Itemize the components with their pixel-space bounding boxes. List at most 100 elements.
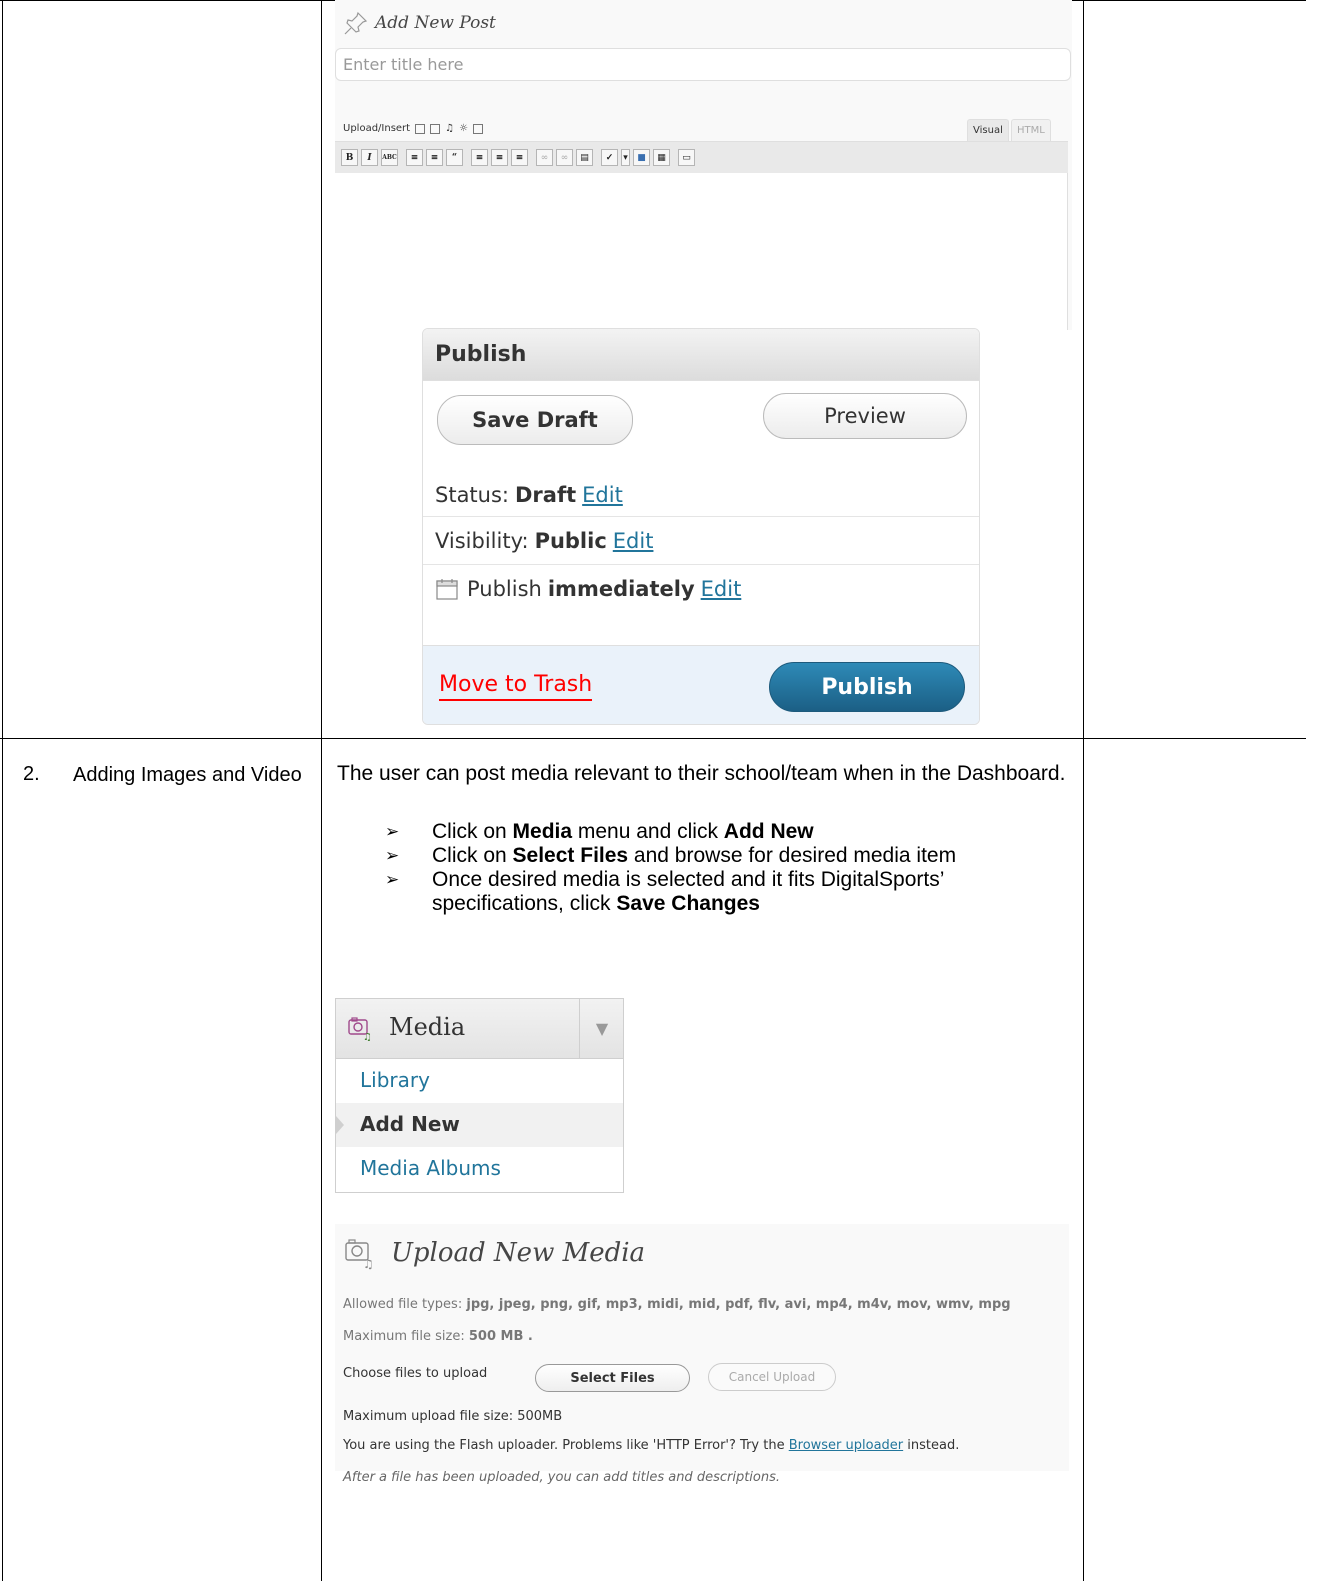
italic-button[interactable]: I: [361, 149, 378, 166]
publish-box: Publish Save Draft Preview Status: Draft…: [422, 328, 980, 725]
step-intro-text: The user can post media relevant to thei…: [337, 762, 1066, 785]
strikethrough-button[interactable]: ABC: [381, 149, 398, 166]
flash-uploader-note: You are using the Flash uploader. Proble…: [343, 1438, 959, 1453]
bullet-list-icon[interactable]: ≡: [406, 149, 423, 166]
media-menu-item-label: Add New: [360, 1112, 460, 1136]
status-row: Status: Draft Edit: [423, 473, 979, 517]
max-size-label: Maximum file size:: [343, 1329, 465, 1344]
instruction-text: and browse for desired media item: [628, 844, 957, 867]
cancel-upload-button[interactable]: Cancel Upload: [708, 1363, 836, 1391]
browser-uploader-link[interactable]: Browser uploader: [789, 1438, 903, 1453]
toggle-toolbar-icon[interactable]: ▭: [678, 149, 695, 166]
add-image-icon[interactable]: [415, 123, 426, 134]
publish-schedule-row: Publish immediately Edit: [423, 565, 979, 613]
select-files-button[interactable]: Select Files: [535, 1364, 690, 1392]
align-right-icon[interactable]: ≡: [511, 149, 528, 166]
table-border-left: [2, 0, 3, 1581]
after-upload-note: After a file has been uploaded, you can …: [343, 1470, 781, 1485]
add-audio-icon[interactable]: ♫: [445, 123, 454, 134]
upload-media-title: Upload New Media: [391, 1238, 646, 1268]
bold-button[interactable]: B: [341, 149, 358, 166]
publish-box-title: Publish: [423, 329, 979, 381]
media-icon: ♫: [348, 1017, 372, 1041]
media-icon: ♫: [345, 1239, 374, 1270]
media-menu: ♫ Media ▼ Library Add New Media Albums: [335, 998, 624, 1193]
instruction-text: Click on: [432, 844, 513, 867]
flash-note-text-end: instead.: [907, 1438, 960, 1453]
visibility-edit-link[interactable]: Edit: [613, 529, 654, 553]
dropdown-arrow-icon[interactable]: ▾: [621, 149, 630, 166]
allowed-types-value: jpg, jpeg, png, gif, mp3, midi, mid, pdf…: [466, 1297, 1011, 1312]
upload-insert-bar: Upload/Insert ♫ ☼: [343, 123, 484, 134]
media-menu-header[interactable]: ♫ Media ▼: [336, 999, 623, 1059]
step-title: Adding Images and Video: [73, 764, 302, 786]
allowed-types-label: Allowed file types:: [343, 1297, 463, 1312]
add-new-post-screenshot: Add New Post Enter title here Upload/Ins…: [335, 0, 1072, 330]
instruction-bold: Add New: [723, 820, 814, 843]
align-left-icon[interactable]: ≡: [471, 149, 488, 166]
upload-media-panel: ♫ Upload New Media Allowed file types: j…: [335, 1224, 1069, 1485]
publish-box-footer: Move to Trash Publish: [423, 645, 979, 724]
upload-media-header: ♫ Upload New Media: [343, 1236, 645, 1270]
tab-visual[interactable]: Visual: [967, 119, 1009, 141]
more-tag-icon[interactable]: ▤: [576, 149, 593, 166]
menu-toggle-arrow-icon[interactable]: ▼: [579, 999, 624, 1058]
step-instructions: ➢ Click on Media menu and click Add New …: [385, 820, 1075, 916]
editor-toolbar: B I ABC ≡ ≡ “ ≡ ≡ ≡ ∞ ∞ ▤ ✓ ▾ ■ ▦ ▭: [335, 141, 1068, 173]
pushpin-icon: [344, 11, 368, 35]
post-header: Add New Post: [343, 10, 496, 36]
status-edit-link[interactable]: Edit: [582, 483, 623, 507]
fullscreen-icon[interactable]: ■: [633, 149, 650, 166]
choose-files-label: Choose files to upload: [343, 1366, 488, 1381]
upload-insert-label: Upload/Insert: [343, 123, 411, 134]
arrow-bullet-icon: ➢: [385, 822, 400, 841]
max-upload-size-text: Maximum upload file size: 500MB: [343, 1409, 563, 1424]
media-menu-item-add-new[interactable]: Add New: [336, 1103, 623, 1147]
instruction-item: ➢ Click on Select Files and browse for d…: [385, 844, 1075, 868]
instruction-bold: Media: [512, 820, 573, 843]
max-size-value: 500 MB .: [468, 1329, 533, 1344]
unlink-icon[interactable]: ∞: [556, 149, 573, 166]
table-row-divider: [0, 738, 1306, 739]
tab-html[interactable]: HTML: [1011, 119, 1051, 141]
align-center-icon[interactable]: ≡: [491, 149, 508, 166]
blockquote-icon[interactable]: “: [446, 149, 463, 166]
step-number: 2.: [23, 763, 40, 785]
preview-button[interactable]: Preview: [763, 393, 967, 439]
visibility-value: Public: [534, 528, 607, 553]
arrow-bullet-icon: ➢: [385, 846, 400, 865]
editor-content-area[interactable]: [335, 173, 1068, 330]
svg-text:♫: ♫: [363, 1032, 372, 1041]
instruction-text: Click on: [432, 820, 513, 843]
arrow-bullet-icon: ➢: [385, 870, 400, 889]
add-media-icon[interactable]: ☼: [459, 123, 468, 134]
svg-text:♫: ♫: [363, 1257, 374, 1270]
add-document-icon[interactable]: [473, 123, 484, 134]
publish-schedule-edit-link[interactable]: Edit: [701, 577, 742, 601]
numbered-list-icon[interactable]: ≡: [426, 149, 443, 166]
link-icon[interactable]: ∞: [536, 149, 553, 166]
media-menu-item-library[interactable]: Library: [336, 1059, 623, 1103]
post-title-input[interactable]: Enter title here: [335, 48, 1071, 81]
calendar-icon: [436, 579, 458, 600]
media-menu-item-media-albums[interactable]: Media Albums: [336, 1147, 623, 1191]
add-video-icon[interactable]: [430, 123, 441, 134]
spellcheck-icon[interactable]: ✓: [601, 149, 618, 166]
visibility-row: Visibility: Public Edit: [423, 517, 979, 565]
instruction-bold: Save Changes: [616, 892, 760, 915]
publish-schedule-value: immediately: [547, 577, 695, 601]
save-draft-button[interactable]: Save Draft: [437, 395, 633, 445]
instruction-item: ➢ Once desired media is selected and it …: [385, 868, 1075, 916]
maximum-file-size: Maximum file size: 500 MB .: [343, 1329, 533, 1344]
publish-button[interactable]: Publish: [769, 662, 965, 712]
instruction-item: ➢ Click on Media menu and click Add New: [385, 820, 1075, 844]
allowed-file-types: Allowed file types: jpg, jpeg, png, gif,…: [343, 1297, 1011, 1312]
kitchen-sink-icon[interactable]: ▦: [653, 149, 670, 166]
move-to-trash-link[interactable]: Move to Trash: [439, 672, 593, 701]
page-title: Add New Post: [375, 13, 496, 33]
instruction-bold: Select Files: [512, 844, 629, 867]
table-border-col1: [321, 0, 322, 1581]
status-label: Status:: [435, 482, 509, 507]
instruction-text: menu and click: [572, 820, 724, 843]
flash-note-text: You are using the Flash uploader. Proble…: [343, 1438, 785, 1453]
